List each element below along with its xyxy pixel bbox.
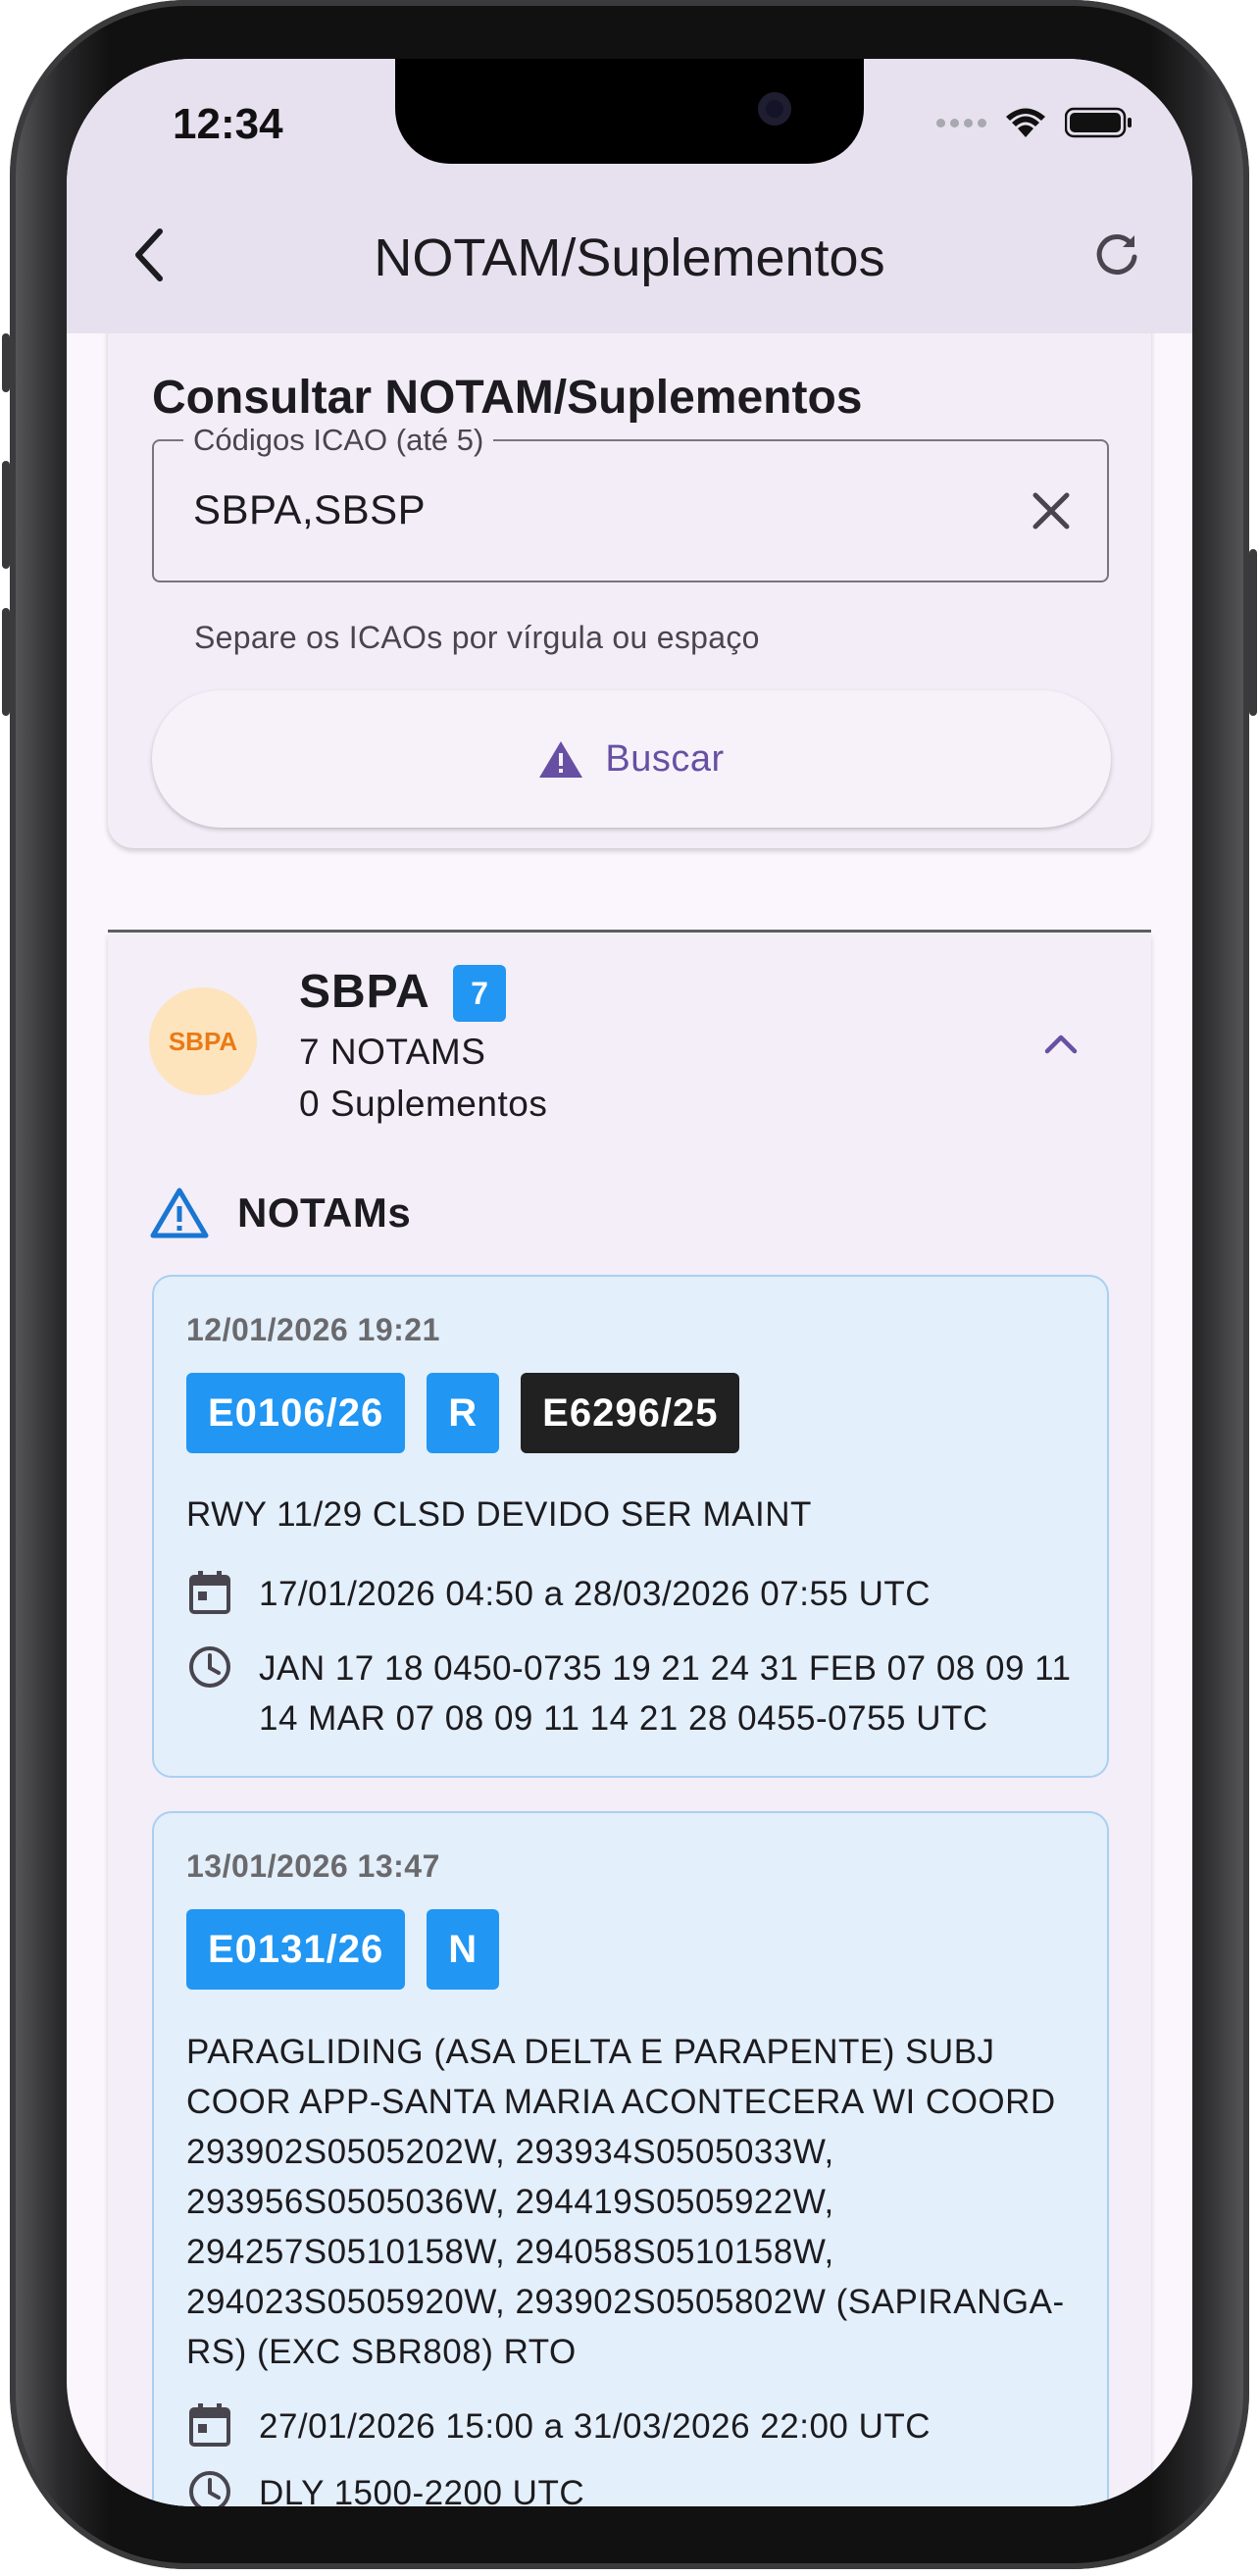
clock-icon [186,2468,233,2506]
notam-ref-chip: E6296/25 [521,1373,740,1453]
notam-text: PARAGLIDING (ASA DELTA E PARAPENTE) SUBJ… [186,2033,1065,2371]
refresh-icon [1096,234,1137,275]
notam-schedule: DLY 1500-2200 UTC [259,2474,585,2506]
notam-period: 27/01/2026 15:00 a 31/03/2026 22:00 UTC [259,2407,932,2446]
mute-switch [2,333,10,392]
icao-field-value[interactable]: SBPA,SBSP [193,486,426,533]
notam-card[interactable]: 13/01/2026 13:47 E0131/26 N PARAGLIDING … [152,1811,1109,2506]
icao-field-label: Códigos ICAO (até 5) [183,423,494,458]
notam-count-badge: 7 [453,965,506,1022]
notam-id-chip: E0131/26 [186,1909,406,1990]
notams-section-header: NOTAMs [149,1187,411,1239]
notams-section-title: NOTAMs [237,1189,412,1236]
icao-helper-text: Separe os ICAOs por vírgula ou espaço [194,620,760,655]
calendar-icon [186,2401,233,2449]
warning-icon [539,741,583,778]
notam-card[interactable]: 12/01/2026 19:21 E0106/26 R E6296/25 RWY… [152,1275,1109,1778]
cellular-signal-icon [936,118,986,127]
airport-card-sbpa: SBPA SBPA 7 7 NOTAMS 0 Suplementos NOTAM… [108,934,1151,2506]
notam-chips: E0131/26 N [186,1909,500,1990]
power-button [1249,549,1257,716]
collapse-button[interactable] [1032,1014,1090,1073]
search-button[interactable]: Buscar [152,690,1111,828]
notam-date: 13/01/2026 13:47 [186,1848,440,1884]
content-scroll[interactable]: Consultar NOTAM/Suplementos Códigos ICAO… [67,333,1192,2506]
airport-code: SBPA [299,966,430,1018]
status-icons [936,106,1133,139]
notam-type-chip: R [427,1373,500,1453]
chevron-up-icon [1044,1035,1078,1054]
page-title: NOTAM/Suplementos [374,228,885,287]
icao-codes-field[interactable]: Códigos ICAO (até 5) SBPA,SBSP [152,423,1109,582]
calendar-icon [186,1569,233,1616]
refresh-button[interactable] [1083,221,1151,289]
wifi-icon [1006,108,1045,137]
close-icon [1032,492,1070,530]
notam-type-chip: N [427,1909,500,1990]
battery-icon [1065,107,1132,138]
clock-icon [186,1643,233,1691]
suplementos-count-text: 0 Suplementos [299,1084,548,1124]
volume-up-button [2,461,10,569]
notam-schedule-row: JAN 17 18 0450-0735 19 21 24 31 FEB 07 0… [186,1643,1078,1743]
divider [108,930,1151,933]
clear-field-button[interactable] [1017,477,1085,545]
notam-chips: E0106/26 R E6296/25 [186,1373,740,1453]
notam-period: 17/01/2026 04:50 a 28/03/2026 07:55 UTC [259,1575,932,1613]
dynamic-island [395,59,864,164]
notam-schedule: JAN 17 18 0450-0735 19 21 24 31 FEB 07 0… [259,1649,1072,1738]
notam-id-chip: E0106/26 [186,1373,406,1453]
volume-down-button [2,608,10,716]
notam-schedule-row: DLY 1500-2200 UTC [186,2468,1078,2506]
notam-period-row: 27/01/2026 15:00 a 31/03/2026 22:00 UTC [186,2401,1078,2451]
notam-text: RWY 11/29 CLSD DEVIDO SER MAINT [186,1495,812,1534]
top-bar: 12:34 NOTAM/Suplementos [67,59,1192,333]
screen: 12:34 NOTAM/Suplementos Consultar NOTAM/… [67,59,1192,2506]
notams-count-text: 7 NOTAMS [299,1032,486,1072]
status-time: 12:34 [173,100,283,148]
search-card-title: Consultar NOTAM/Suplementos [152,372,863,424]
camera-icon [758,92,791,126]
notam-period-row: 17/01/2026 04:50 a 28/03/2026 07:55 UTC [186,1569,1078,1619]
airport-avatar: SBPA [149,987,257,1095]
warning-outline-icon [150,1187,209,1238]
search-card: Consultar NOTAM/Suplementos Códigos ICAO… [108,333,1151,848]
search-button-label: Buscar [605,737,725,780]
notam-date: 12/01/2026 19:21 [186,1312,440,1347]
